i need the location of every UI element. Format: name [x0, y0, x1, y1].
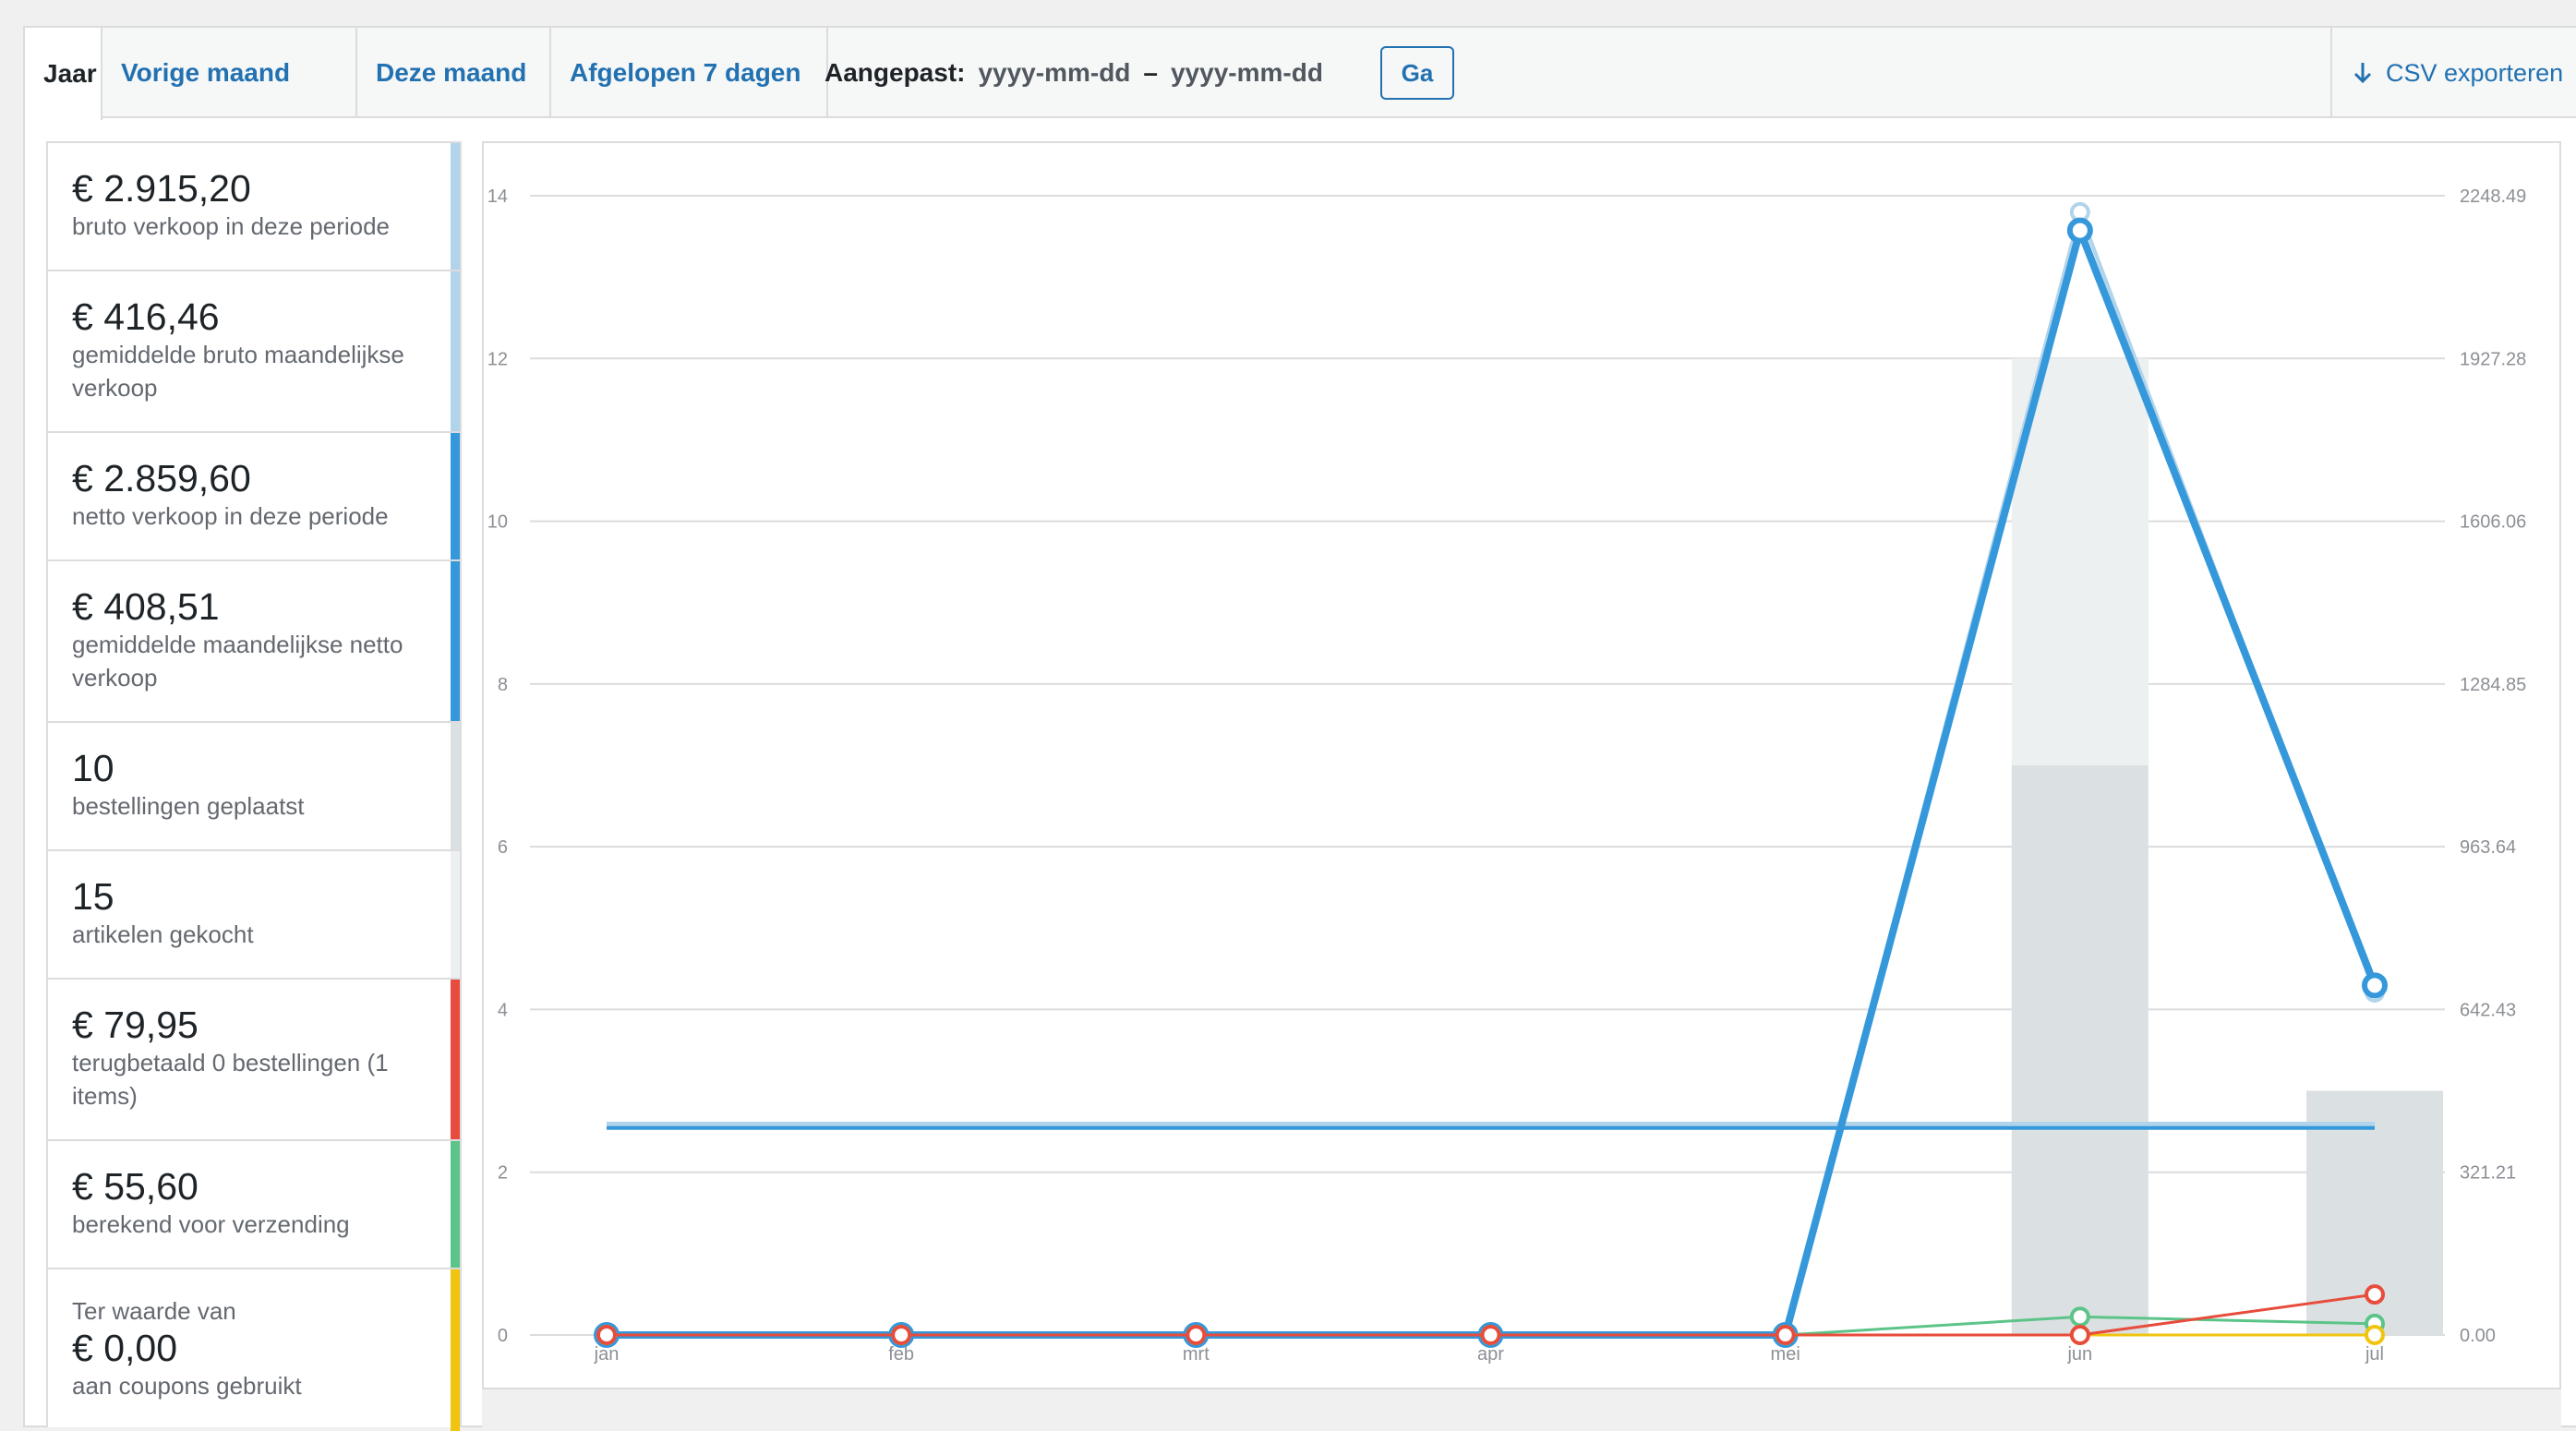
stat-color-bar	[451, 1269, 460, 1431]
x-tick-label: apr	[1477, 1344, 1504, 1365]
range-nav: Jaar Vorige maand Deze maand Afgelopen 7…	[23, 26, 2576, 120]
custom-range-label: Aangepast:	[825, 58, 966, 87]
y-tick-label-left: 12	[488, 349, 508, 369]
stat-net-sales: € 2.859,60 netto verkoop in deze periode	[48, 433, 460, 561]
stat-amount: € 2.859,60	[72, 457, 251, 499]
stat-label: aan coupons gebruikt	[72, 1372, 302, 1400]
series-point	[2066, 217, 2093, 244]
series-point	[2069, 1306, 2090, 1328]
series-point	[1186, 1325, 1207, 1345]
sales-chart: 0 0.00 2 321.21 4 642.43 6 963.64 8 1284.85 10 1606…	[482, 141, 2561, 1389]
stat-refunded: € 79,95 terugbetaald 0 bestellingen (1 i…	[48, 980, 460, 1141]
stat-shipping: € 55,60 berekend voor verzending	[48, 1141, 460, 1269]
stat-prefix: Ter waarde van	[72, 1297, 236, 1325]
stat-label: artikelen gekocht	[72, 920, 254, 948]
page-footer-space	[482, 1389, 2561, 1427]
y-tick-label-right: 1284.85	[2460, 675, 2526, 695]
y-tick-label-right: 1927.28	[2460, 349, 2526, 369]
stat-color-bar	[451, 561, 460, 721]
stat-color-bar	[451, 271, 460, 431]
stat-orders-placed: 10 bestellingen geplaatst	[48, 723, 460, 851]
stat-amount: € 408,51	[72, 585, 220, 628]
y-tick-label-left: 8	[498, 675, 508, 695]
stat-color-bar	[451, 723, 460, 849]
chart-bar	[2011, 765, 2149, 1335]
tab-vorige-maand[interactable]: Vorige maand	[102, 28, 357, 118]
y-tick-label-right: 321.21	[2460, 1163, 2516, 1184]
y-tick-label-right: 642.43	[2460, 1000, 2516, 1020]
go-button[interactable]: Ga	[1380, 46, 1454, 100]
stat-avg-net-monthly: € 408,51 gemiddelde maandelijkse netto v…	[48, 561, 460, 723]
stat-color-bar	[451, 980, 460, 1139]
stat-color-bar	[451, 143, 460, 270]
series-point	[1775, 1325, 1796, 1345]
series-point	[1480, 1325, 1501, 1345]
export-csv-button[interactable]: CSV exporteren	[2330, 28, 2576, 118]
custom-range: Aangepast: yyyy-mm-dd – yyyy-mm-dd	[825, 28, 1323, 118]
stat-items-purchased: 15 artikelen gekocht	[48, 851, 460, 980]
stat-amount: € 2.915,20	[72, 167, 251, 210]
series-point	[2362, 972, 2388, 999]
x-tick-label: mei	[1771, 1344, 1800, 1365]
y-tick-label-right: 0.00	[2460, 1326, 2496, 1346]
stat-label: terugbetaald 0 bestellingen (1 items)	[72, 1049, 389, 1110]
date-from-input[interactable]: yyyy-mm-dd	[978, 58, 1130, 88]
x-tick-label: jan	[594, 1344, 620, 1365]
sales-chart-svg: 0 0.00 2 321.21 4 642.43 6 963.64 8 1284.85 10 1606…	[488, 186, 2527, 1365]
export-csv-label: CSV exporteren	[2386, 58, 2564, 87]
series-point	[2069, 1325, 2090, 1345]
y-tick-label-left: 2	[498, 1163, 508, 1184]
stat-label: bestellingen geplaatst	[72, 792, 305, 820]
stat-amount: € 55,60	[72, 1165, 199, 1208]
stat-label: gemiddelde maandelijkse netto verkoop	[72, 631, 403, 691]
y-tick-label-right: 963.64	[2460, 837, 2516, 858]
stat-label: netto verkoop in deze periode	[72, 502, 389, 530]
series-point	[2365, 1284, 2385, 1305]
date-to-input[interactable]: yyyy-mm-dd	[1171, 58, 1323, 88]
stat-coupons: Ter waarde van € 0,00 aan coupons gebrui…	[48, 1269, 460, 1431]
stat-amount: 15	[72, 875, 114, 918]
stat-color-bar	[451, 851, 460, 978]
y-tick-label-right: 2248.49	[2460, 186, 2526, 207]
series-point	[596, 1325, 617, 1345]
tab-afgelopen-7-dagen[interactable]: Afgelopen 7 dagen	[551, 28, 828, 118]
stat-avg-gross-monthly: € 416,46 gemiddelde bruto maandelijkse v…	[48, 271, 460, 433]
stat-gross-sales: € 2.915,20 bruto verkoop in deze periode	[48, 143, 460, 271]
stat-amount: € 416,46	[72, 295, 220, 338]
tab-deze-maand[interactable]: Deze maand	[357, 28, 551, 118]
stat-amount: € 0,00	[72, 1327, 177, 1369]
y-tick-label-left: 0	[498, 1326, 508, 1346]
tab-jaar[interactable]: Jaar	[25, 28, 102, 120]
stat-label: bruto verkoop in deze periode	[72, 212, 391, 240]
date-separator: –	[1143, 58, 1158, 87]
x-tick-label: mrt	[1183, 1344, 1210, 1365]
y-tick-label-right: 1606.06	[2460, 512, 2526, 533]
x-tick-label: feb	[888, 1344, 914, 1365]
series-point	[891, 1325, 912, 1345]
y-tick-label-left: 6	[498, 837, 508, 858]
stat-amount: € 79,95	[72, 1004, 199, 1046]
y-tick-label-left: 4	[498, 1000, 508, 1020]
stat-label: gemiddelde bruto maandelijkse verkoop	[72, 341, 404, 402]
stat-color-bar	[451, 1141, 460, 1268]
stats-sidebar: € 2.915,20 bruto verkoop in deze periode…	[46, 141, 462, 1431]
y-tick-label-left: 14	[488, 186, 508, 207]
download-arrow-icon	[2353, 63, 2372, 84]
page-background	[0, 0, 2576, 26]
stat-color-bar	[451, 433, 460, 559]
x-tick-label: jul	[2365, 1344, 2384, 1365]
x-tick-label: jun	[2066, 1344, 2092, 1365]
y-tick-label-left: 10	[488, 512, 508, 533]
series-point	[2365, 1325, 2385, 1345]
stat-label: berekend voor verzending	[72, 1210, 350, 1238]
stat-amount: 10	[72, 747, 114, 789]
